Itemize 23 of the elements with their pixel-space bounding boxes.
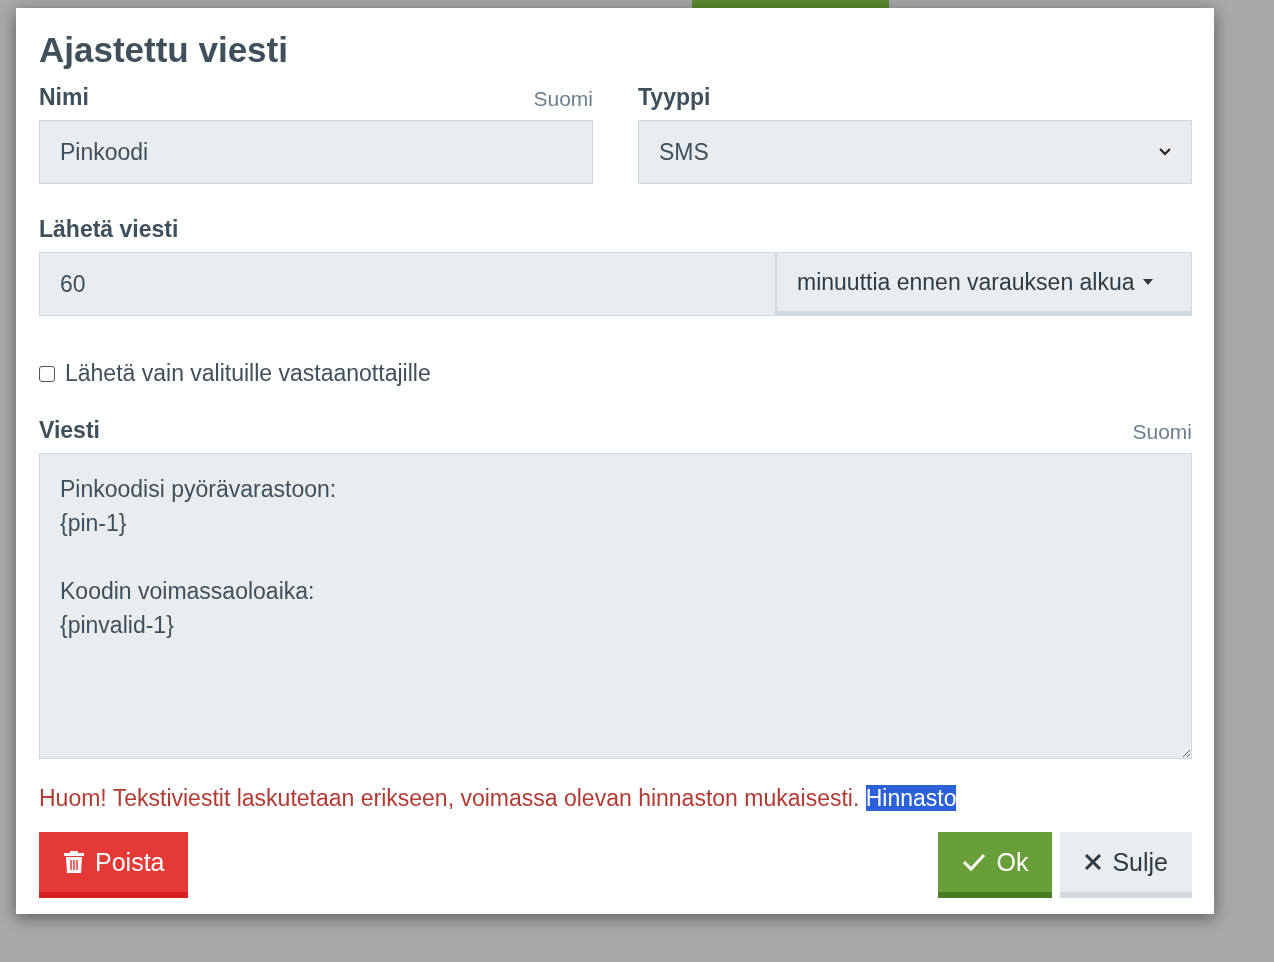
checkbox-label: Lähetä vain valituille vastaanottajille (65, 360, 431, 387)
delete-button[interactable]: Poista (39, 832, 189, 898)
field-label: Tyyppi (638, 84, 711, 111)
check-icon (962, 852, 987, 872)
checkbox[interactable] (39, 365, 55, 382)
type-select[interactable]: SMS (638, 120, 1192, 184)
notice-text: Huom! Tekstiviestit laskutetaan erikseen, voimassa olevan hinnaston mukaisesti. (39, 785, 860, 811)
caret-icon (1142, 279, 1153, 285)
message-textarea[interactable]: Pinkoodisi pyörävarastoon: {pin-1} Koodin voimassaoloaika: {pinvalid-1} (39, 453, 1192, 759)
chevron-down-icon (1159, 148, 1171, 156)
name-input[interactable]: Pinkoodi (39, 120, 593, 184)
dialog-title: Ajastettu viesti (39, 30, 289, 70)
close-button[interactable]: Sulje (1060, 832, 1192, 898)
pricing-link[interactable]: Hinnasto (865, 785, 957, 811)
minutes-input[interactable]: 60 (39, 252, 776, 316)
language-label: Suomi (533, 87, 593, 111)
field-label: Viesti (39, 417, 100, 444)
language-label: Suomi (1132, 420, 1192, 444)
close-icon (1084, 853, 1103, 871)
field-label: Nimi (39, 84, 89, 111)
trash-icon (63, 850, 85, 874)
unit-dropdown[interactable]: minuuttia ennen varauksen alkua (776, 252, 1192, 316)
field-label: Lähetä viesti (39, 216, 179, 243)
